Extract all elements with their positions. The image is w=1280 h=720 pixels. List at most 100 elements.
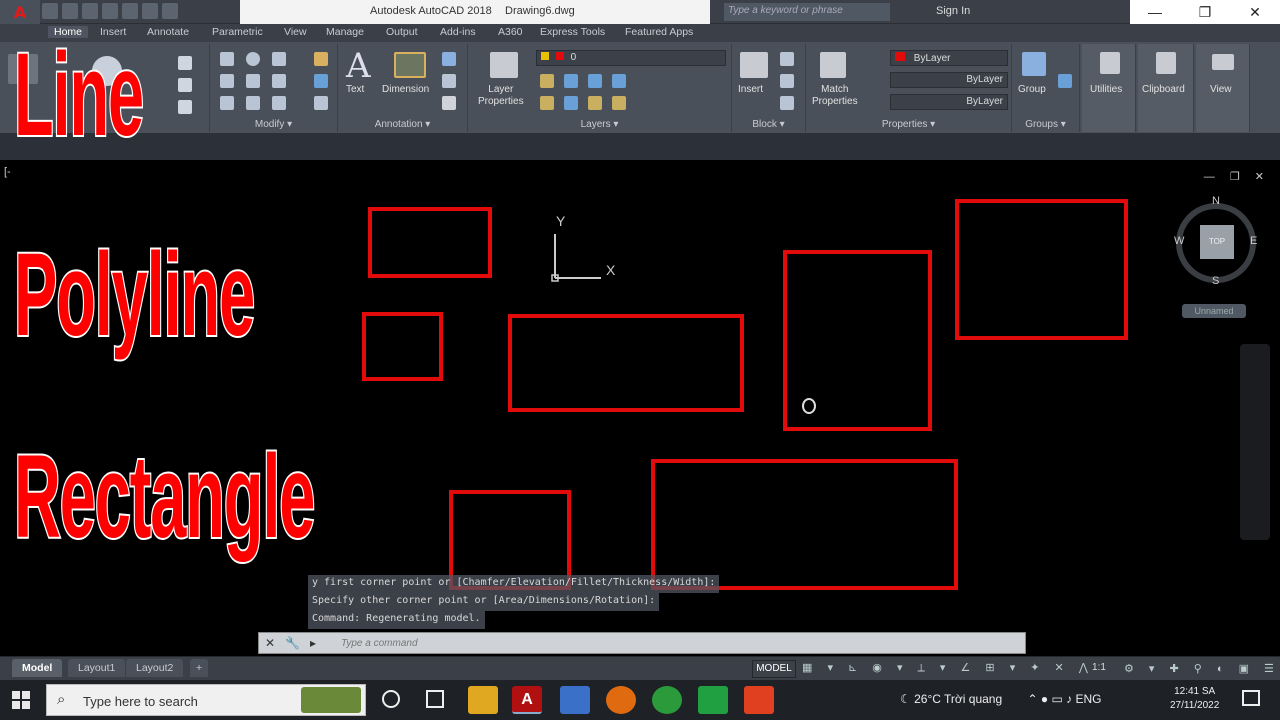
rectangle-shape[interactable]	[651, 459, 958, 590]
minimize-button[interactable]: —	[1130, 0, 1180, 24]
tab-annotate[interactable]: Annotate	[147, 26, 189, 38]
layer-freeze-icon[interactable]	[588, 74, 602, 88]
new-file-icon[interactable]	[42, 3, 58, 19]
block-panel-title[interactable]: Block ▾	[732, 119, 805, 130]
save-as-icon[interactable]	[102, 3, 118, 19]
redo-icon[interactable]	[162, 3, 178, 19]
annotation-panel-title[interactable]: Annotation ▾	[338, 119, 467, 130]
scale-icon[interactable]	[246, 96, 260, 110]
dimension-tool-icon[interactable]	[394, 52, 426, 78]
edit-block-icon[interactable]	[780, 74, 794, 88]
windows-start-icon[interactable]	[12, 691, 30, 709]
layer-lock-icon[interactable]	[612, 74, 626, 88]
tab-a360[interactable]: A360	[498, 26, 523, 38]
rectangle-shape[interactable]	[508, 314, 744, 412]
group-selection-icon[interactable]	[1058, 74, 1072, 88]
file-explorer-icon[interactable]	[468, 686, 498, 714]
linetype-dropdown[interactable]: ByLayer	[890, 72, 1008, 88]
edit-attributes-icon[interactable]	[780, 96, 794, 110]
help-search-input[interactable]: Type a keyword or phrase	[724, 3, 890, 21]
tab-parametric[interactable]: Parametric	[212, 26, 263, 38]
tab-view[interactable]: View	[284, 26, 307, 38]
copy-icon[interactable]	[220, 74, 234, 88]
task-view-icon[interactable]	[426, 690, 444, 708]
create-block-icon[interactable]	[780, 52, 794, 66]
print-icon[interactable]	[122, 3, 138, 19]
viewcube[interactable]: TOP N S E W	[1172, 195, 1262, 287]
tab-manage[interactable]: Manage	[326, 26, 364, 38]
compass-west[interactable]: W	[1174, 235, 1184, 247]
tab-model[interactable]: Model	[12, 659, 63, 677]
layer-off-icon[interactable]	[540, 74, 554, 88]
layer-properties-icon[interactable]	[490, 52, 518, 78]
firefox-icon[interactable]	[606, 686, 636, 714]
command-line-input[interactable]: ✕🔧▸ Type a command	[258, 632, 1026, 654]
undo-icon[interactable]	[142, 3, 158, 19]
sign-in-button[interactable]: Sign In	[936, 5, 970, 17]
match-properties-label[interactable]: Match Properties	[812, 84, 858, 108]
system-clock[interactable]: 12:41 SA 27/11/2022	[1170, 685, 1219, 713]
viewcube-top-face[interactable]: TOP	[1200, 225, 1234, 259]
groups-panel-title[interactable]: Groups ▾	[1012, 119, 1079, 130]
layer-previous-icon[interactable]	[588, 96, 602, 110]
compass-north[interactable]: N	[1212, 195, 1220, 207]
dimension-tool-label[interactable]: Dimension	[382, 84, 429, 96]
clipboard-panel[interactable]: Clipboard	[1138, 44, 1194, 132]
leader-icon[interactable]	[442, 74, 456, 88]
open-file-icon[interactable]	[62, 3, 78, 19]
cortana-icon[interactable]	[382, 690, 400, 708]
tab-layout1[interactable]: Layout1	[68, 659, 126, 677]
mirror-icon[interactable]	[246, 74, 260, 88]
model-space-toggle[interactable]: MODEL	[752, 660, 796, 678]
lineweight-dropdown[interactable]: ByLayer	[890, 94, 1008, 110]
color-dropdown[interactable]: ByLayer	[890, 50, 1008, 66]
chrome-icon[interactable]	[652, 686, 682, 714]
group-icon[interactable]	[1022, 52, 1046, 76]
layer-dropdown[interactable]: 0	[536, 50, 726, 66]
rectangle-tool-icon[interactable]	[178, 56, 192, 70]
tab-add-ins[interactable]: Add-ins	[440, 26, 476, 38]
text-tool-icon[interactable]: A	[346, 46, 371, 86]
compass-east[interactable]: E	[1250, 235, 1257, 247]
calculator-taskbar-icon[interactable]	[560, 686, 590, 714]
array-icon[interactable]	[272, 96, 286, 110]
utilities-panel[interactable]: Utilities	[1082, 44, 1136, 132]
offset-icon[interactable]	[314, 96, 328, 110]
rectangle-shape[interactable]	[368, 207, 492, 278]
new-layout-button[interactable]: +	[190, 659, 209, 677]
hatch-tool-icon[interactable]	[178, 78, 192, 92]
system-tray[interactable]: ☾ 26°C Trời quang ⌃ ● ▭ ♪ ENG	[900, 692, 1102, 706]
make-current-icon[interactable]	[540, 96, 554, 110]
tab-express-tools[interactable]: Express Tools	[540, 26, 605, 38]
erase-icon[interactable]	[314, 52, 328, 66]
move-icon[interactable]	[220, 52, 234, 66]
notification-icon[interactable]	[1242, 690, 1260, 706]
camtasia-green-icon[interactable]	[698, 686, 728, 714]
match-properties-icon[interactable]	[820, 52, 846, 78]
ucs-menu[interactable]: Unnamed	[1182, 304, 1246, 318]
layer-unlock-icon[interactable]	[612, 96, 626, 110]
explode-icon[interactable]	[314, 74, 328, 88]
annotation-scale[interactable]: 1:1	[1092, 662, 1106, 673]
rotate-icon[interactable]	[246, 52, 260, 66]
text-tool-label[interactable]: Text	[346, 84, 364, 96]
status-tools[interactable]: ⚙ ▾ ✚ ⚲ ◐ ▣ ☰	[1124, 662, 1280, 675]
save-icon[interactable]	[82, 3, 98, 19]
rectangle-shape[interactable]	[955, 199, 1128, 340]
layer-isolate-icon[interactable]	[564, 74, 578, 88]
application-menu-button[interactable]: A	[0, 0, 40, 24]
compass-south[interactable]: S	[1212, 275, 1219, 287]
viewport-controls-label[interactable]: [-	[4, 166, 11, 178]
stretch-icon[interactable]	[220, 96, 234, 110]
navigation-bar[interactable]	[1240, 344, 1270, 540]
status-toggles[interactable]: ▦ ▾ ⊾ ◉ ▾ ⟂ ▾ ∠ ⊞ ▾ ✦ ✕ ⋀	[802, 661, 1094, 675]
match-layer-icon[interactable]	[564, 96, 578, 110]
taskbar-search[interactable]: ⌕ Type here to search	[46, 684, 366, 716]
command-line-buttons[interactable]: ✕🔧▸	[265, 636, 326, 650]
view-panel[interactable]: View	[1196, 44, 1250, 132]
fillet-icon[interactable]	[272, 74, 286, 88]
tab-layout2[interactable]: Layout2	[126, 659, 184, 677]
modify-panel-title[interactable]: Modify ▾	[210, 119, 337, 130]
camtasia-red-icon[interactable]	[744, 686, 774, 714]
close-button[interactable]: ✕	[1230, 0, 1280, 24]
